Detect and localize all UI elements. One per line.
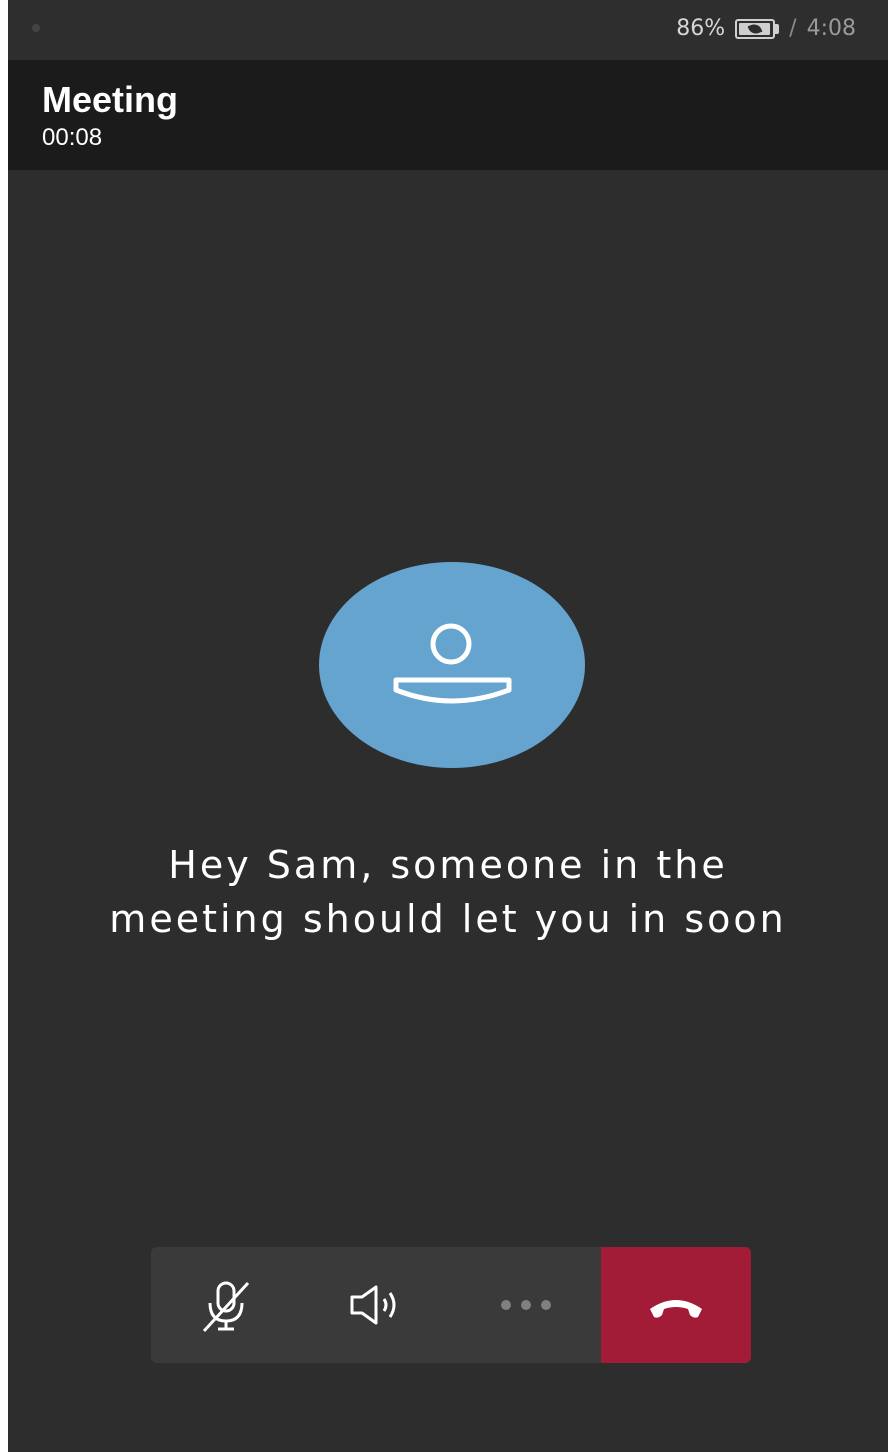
person-icon bbox=[393, 623, 512, 704]
status-time: 4:08 bbox=[806, 16, 856, 41]
battery-percent: 86% bbox=[676, 16, 726, 41]
avatar bbox=[319, 562, 585, 768]
speaker-icon bbox=[350, 1285, 396, 1325]
status-separator: / bbox=[789, 16, 797, 41]
more-horizontal-icon bbox=[501, 1300, 551, 1310]
status-indicators: 86% / 4:08 bbox=[676, 16, 856, 41]
lobby-message: Hey Sam, someone in the meeting should l… bbox=[109, 843, 787, 941]
call-controls bbox=[151, 1247, 751, 1363]
call-timer: 00:08 bbox=[42, 124, 103, 151]
notification-dot bbox=[32, 24, 40, 32]
battery-icon bbox=[735, 18, 780, 39]
phone-hangup-icon bbox=[650, 1300, 702, 1318]
hang-up-button[interactable] bbox=[601, 1247, 751, 1363]
status-bar: 86% / 4:08 bbox=[8, 0, 888, 60]
microphone-off-icon bbox=[202, 1281, 250, 1333]
mute-button[interactable] bbox=[151, 1247, 301, 1363]
call-header: Meeting 00:08 bbox=[8, 60, 888, 170]
meeting-title: Meeting bbox=[42, 79, 179, 120]
more-options-button[interactable] bbox=[451, 1247, 601, 1363]
speaker-button[interactable] bbox=[301, 1247, 451, 1363]
call-screen: 86% / 4:08 Meeting 00:08 Hey Sam, someon… bbox=[8, 0, 888, 1452]
